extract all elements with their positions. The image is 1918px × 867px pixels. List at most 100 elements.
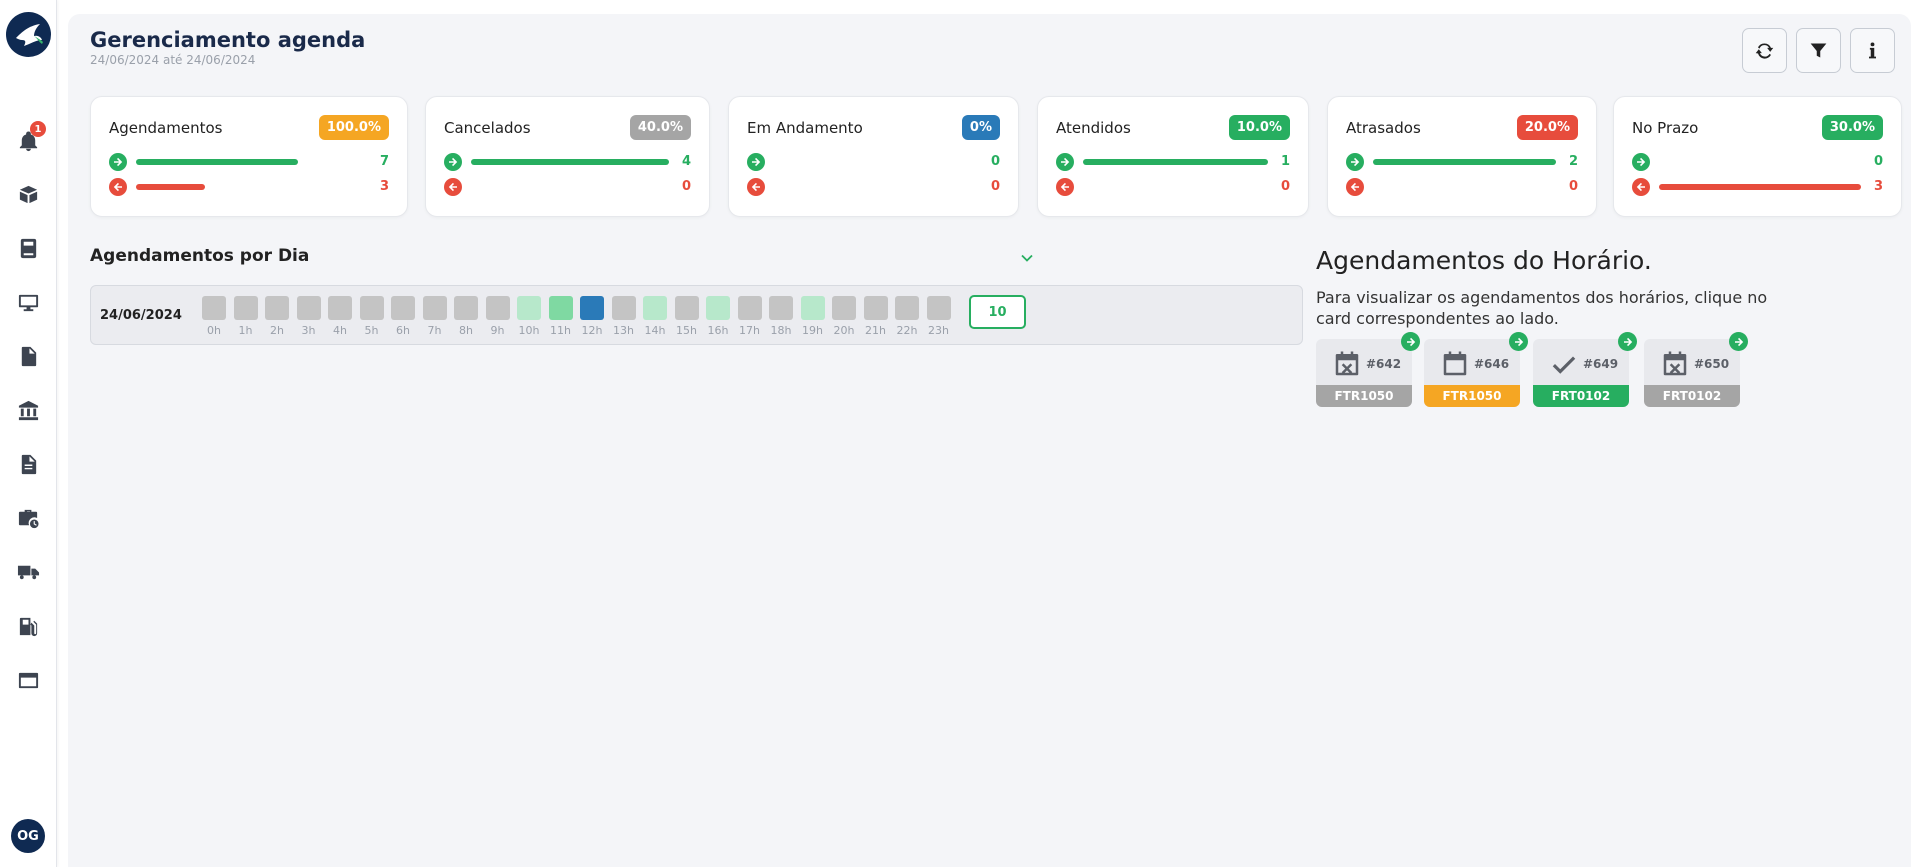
day-date: 24/06/2024 (100, 308, 182, 323)
file-icon[interactable] (14, 342, 42, 370)
user-avatar[interactable]: OG (11, 819, 45, 853)
appointment-number: #650 (1694, 357, 1730, 371)
hour-cell[interactable] (926, 296, 951, 320)
hour-cell[interactable] (611, 296, 636, 320)
hour-cell[interactable] (769, 296, 793, 320)
card-in-value: 4 (681, 154, 691, 169)
hour-cell[interactable] (832, 296, 856, 320)
main-content: Gerenciamento agenda 24/06/2024 até 24/0… (68, 14, 1911, 867)
fuel-pump-icon[interactable] (14, 612, 42, 640)
filter-icon (1810, 43, 1827, 58)
appointment-card[interactable]: #646 FTR1050 (1424, 332, 1528, 407)
card-in-value: 7 (379, 154, 389, 169)
appointment-code: FTR1050 (1424, 385, 1520, 407)
sidebar: 1 OG (0, 0, 57, 867)
hour-cell[interactable] (517, 296, 541, 320)
hour-label: 13h (613, 324, 634, 337)
summary-card[interactable]: Em Andamento 0% 0 0 (728, 96, 1019, 217)
hour-cell[interactable] (328, 296, 352, 320)
hour-label: 11h (550, 324, 571, 337)
card-out-bar (136, 184, 205, 190)
refresh-button[interactable] (1742, 28, 1787, 73)
hour-label: 3h (301, 324, 316, 337)
hour-label: 15h (676, 324, 697, 337)
hour-cell[interactable] (643, 296, 667, 320)
card-in-bar (1083, 159, 1268, 165)
open-arrow-icon[interactable] (1729, 332, 1748, 351)
arrow-left-icon (747, 178, 765, 196)
hour-cell[interactable] (580, 296, 604, 320)
card-in-value: 0 (990, 154, 1000, 169)
bird-logo-icon[interactable] (6, 12, 51, 57)
card-out-row: 3 (109, 177, 389, 197)
hour-cell[interactable] (485, 296, 510, 320)
hour-cell[interactable] (737, 296, 762, 320)
calendar-x-icon (1332, 349, 1362, 379)
boxes-icon[interactable] (14, 180, 42, 208)
appointment-code: FTR1050 (1316, 385, 1412, 407)
hour-label: 19h (802, 324, 823, 337)
card-out-value: 0 (1280, 179, 1290, 194)
hour-label: 8h (459, 324, 473, 337)
hour-cell[interactable] (454, 296, 478, 320)
bell-icon[interactable]: 1 (14, 121, 46, 155)
summary-card[interactable]: Atrasados 20.0% 2 0 (1327, 96, 1597, 217)
hour-cell[interactable] (359, 296, 384, 320)
hour-cell[interactable] (706, 296, 730, 320)
hour-cell[interactable] (233, 296, 258, 320)
day-total-button[interactable]: 10 (969, 295, 1026, 329)
hour-cell[interactable] (548, 296, 573, 320)
document-icon[interactable] (14, 450, 42, 478)
card-in-value: 0 (1873, 154, 1883, 169)
monitor-icon[interactable] (14, 288, 42, 316)
card-percent-badge: 100.0% (318, 115, 389, 140)
hour-label: 21h (865, 324, 886, 337)
filter-button[interactable] (1796, 28, 1841, 73)
calendar-icon (1440, 349, 1470, 379)
card-in-bar (471, 159, 669, 165)
open-arrow-icon[interactable] (1509, 332, 1528, 351)
day-strip: 24/06/2024 0h 1h 2h 3h 4h 5h 6h 7h 8h 9h 10h 11h 12h… (90, 285, 1303, 345)
arrow-left-icon (1346, 178, 1364, 196)
bank-icon[interactable] (14, 396, 42, 424)
open-arrow-icon[interactable] (1401, 332, 1420, 351)
summary-card[interactable]: Agendamentos 100.0% 7 3 (90, 96, 408, 217)
hour-cell[interactable] (296, 296, 321, 320)
hour-cell[interactable] (422, 296, 447, 320)
hour-cell[interactable] (863, 296, 888, 320)
card-title: Agendamentos (109, 119, 223, 137)
per-day-title: Agendamentos por Dia (90, 246, 310, 266)
summary-card[interactable]: No Prazo 30.0% 0 3 (1613, 96, 1902, 217)
hour-cell[interactable] (800, 296, 825, 320)
chevron-down-icon[interactable] (1019, 250, 1035, 266)
card-title: Atrasados (1346, 119, 1421, 137)
hour-label: 6h (396, 324, 410, 337)
hour-cell[interactable] (674, 296, 699, 320)
calendar-x-icon (1660, 349, 1690, 379)
card-out-row: 0 (444, 177, 691, 197)
window-icon[interactable] (14, 666, 42, 694)
card-percent-badge: 10.0% (1228, 115, 1290, 140)
appointment-card[interactable]: #649 FRT0102 (1533, 332, 1637, 407)
hour-cell[interactable] (895, 296, 919, 320)
card-in-row: 0 (1632, 152, 1883, 172)
info-button[interactable] (1850, 28, 1895, 73)
hour-cell[interactable] (265, 296, 289, 320)
card-out-row: 0 (1346, 177, 1578, 197)
book-icon[interactable] (14, 234, 42, 262)
hour-label: 7h (427, 324, 442, 337)
appointment-card[interactable]: #650 FRT0102 (1644, 332, 1748, 407)
summary-card[interactable]: Cancelados 40.0% 4 0 (425, 96, 710, 217)
card-percent-badge: 0% (961, 115, 1000, 140)
hour-cell[interactable] (202, 296, 226, 320)
briefcase-clock-icon[interactable] (14, 504, 42, 532)
summary-card[interactable]: Atendidos 10.0% 1 0 (1037, 96, 1309, 217)
hour-cell[interactable] (391, 296, 415, 320)
appointment-code: FRT0102 (1533, 385, 1629, 407)
open-arrow-icon[interactable] (1618, 332, 1637, 351)
date-range: 24/06/2024 até 24/06/2024 (90, 53, 256, 67)
appointment-card[interactable]: #642 FTR1050 (1316, 332, 1420, 407)
card-title: Cancelados (444, 119, 531, 137)
truck-icon[interactable] (14, 558, 42, 586)
appointment-code: FRT0102 (1644, 385, 1740, 407)
